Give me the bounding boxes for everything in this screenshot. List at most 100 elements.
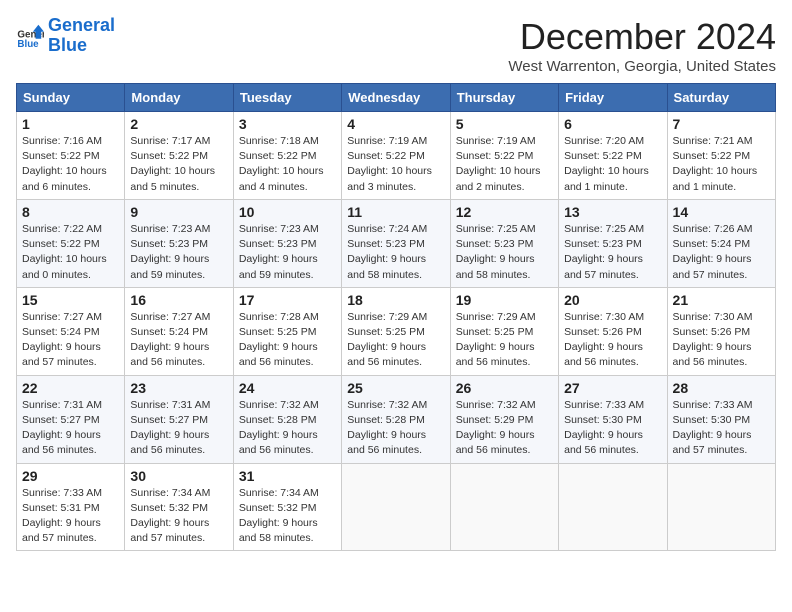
day-number: 24 — [239, 380, 336, 396]
calendar-week-5: 29 Sunrise: 7:33 AMSunset: 5:31 PMDayligh… — [17, 463, 776, 551]
day-info: Sunrise: 7:24 AMSunset: 5:23 PMDaylight:… — [347, 222, 444, 283]
day-info: Sunrise: 7:30 AMSunset: 5:26 PMDaylight:… — [564, 310, 661, 371]
logo-icon: General Blue — [16, 22, 44, 50]
calendar-cell: 15 Sunrise: 7:27 AMSunset: 5:24 PMDayligh… — [17, 287, 125, 375]
svg-text:Blue: Blue — [17, 39, 39, 50]
day-info: Sunrise: 7:34 AMSunset: 5:32 PMDaylight:… — [130, 486, 227, 547]
day-number: 6 — [564, 116, 661, 132]
day-info: Sunrise: 7:20 AMSunset: 5:22 PMDaylight:… — [564, 134, 661, 195]
day-number: 18 — [347, 292, 444, 308]
day-number: 23 — [130, 380, 227, 396]
day-info: Sunrise: 7:33 AMSunset: 5:31 PMDaylight:… — [22, 486, 119, 547]
day-number: 21 — [673, 292, 770, 308]
day-number: 9 — [130, 204, 227, 220]
day-info: Sunrise: 7:32 AMSunset: 5:29 PMDaylight:… — [456, 398, 553, 459]
calendar-cell: 24 Sunrise: 7:32 AMSunset: 5:28 PMDayligh… — [233, 375, 341, 463]
day-number: 5 — [456, 116, 553, 132]
day-info: Sunrise: 7:19 AMSunset: 5:22 PMDaylight:… — [456, 134, 553, 195]
calendar-cell: 11Sunrise: 7:24 AMSunset: 5:23 PMDayligh… — [342, 199, 450, 287]
calendar-cell: 12Sunrise: 7:25 AMSunset: 5:23 PMDayligh… — [450, 199, 558, 287]
day-number: 2 — [130, 116, 227, 132]
day-info: Sunrise: 7:18 AMSunset: 5:22 PMDaylight:… — [239, 134, 336, 195]
calendar-cell: 29 Sunrise: 7:33 AMSunset: 5:31 PMDayligh… — [17, 463, 125, 551]
day-number: 7 — [673, 116, 770, 132]
day-info: Sunrise: 7:27 AMSunset: 5:24 PMDaylight:… — [22, 310, 119, 371]
calendar-week-2: 8 Sunrise: 7:22 AMSunset: 5:22 PMDaylight… — [17, 199, 776, 287]
day-info: Sunrise: 7:34 AMSunset: 5:32 PMDaylight:… — [239, 486, 336, 547]
day-info: Sunrise: 7:31 AMSunset: 5:27 PMDaylight:… — [130, 398, 227, 459]
calendar-cell: 1 Sunrise: 7:16 AMSunset: 5:22 PMDaylight… — [17, 112, 125, 200]
day-number: 20 — [564, 292, 661, 308]
calendar-cell: 5 Sunrise: 7:19 AMSunset: 5:22 PMDaylight… — [450, 112, 558, 200]
day-info: Sunrise: 7:22 AMSunset: 5:22 PMDaylight:… — [22, 222, 119, 283]
calendar-week-4: 22 Sunrise: 7:31 AMSunset: 5:27 PMDayligh… — [17, 375, 776, 463]
logo: General Blue General Blue — [16, 16, 115, 56]
day-info: Sunrise: 7:25 AMSunset: 5:23 PMDaylight:… — [456, 222, 553, 283]
day-info: Sunrise: 7:30 AMSunset: 5:26 PMDaylight:… — [673, 310, 770, 371]
header-thursday: Thursday — [450, 84, 558, 112]
logo-text-general: General — [48, 16, 115, 36]
header-sunday: Sunday — [17, 84, 125, 112]
day-info: Sunrise: 7:21 AMSunset: 5:22 PMDaylight:… — [673, 134, 770, 195]
header-saturday: Saturday — [667, 84, 775, 112]
calendar-cell: 13Sunrise: 7:25 AMSunset: 5:23 PMDayligh… — [559, 199, 667, 287]
title-block: December 2024 West Warrenton, Georgia, U… — [508, 16, 776, 75]
day-info: Sunrise: 7:27 AMSunset: 5:24 PMDaylight:… — [130, 310, 227, 371]
day-info: Sunrise: 7:31 AMSunset: 5:27 PMDaylight:… — [22, 398, 119, 459]
calendar-week-3: 15 Sunrise: 7:27 AMSunset: 5:24 PMDayligh… — [17, 287, 776, 375]
calendar-cell: 18 Sunrise: 7:29 AMSunset: 5:25 PMDayligh… — [342, 287, 450, 375]
calendar-cell: 6 Sunrise: 7:20 AMSunset: 5:22 PMDaylight… — [559, 112, 667, 200]
calendar-table: SundayMondayTuesdayWednesdayThursdayFrid… — [16, 83, 776, 551]
header-tuesday: Tuesday — [233, 84, 341, 112]
calendar-cell — [342, 463, 450, 551]
calendar-cell: 9 Sunrise: 7:23 AMSunset: 5:23 PMDaylight… — [125, 199, 233, 287]
calendar-cell — [559, 463, 667, 551]
calendar-cell: 8 Sunrise: 7:22 AMSunset: 5:22 PMDaylight… — [17, 199, 125, 287]
calendar-cell — [450, 463, 558, 551]
calendar-cell: 7 Sunrise: 7:21 AMSunset: 5:22 PMDaylight… — [667, 112, 775, 200]
day-info: Sunrise: 7:17 AMSunset: 5:22 PMDaylight:… — [130, 134, 227, 195]
day-number: 4 — [347, 116, 444, 132]
header-monday: Monday — [125, 84, 233, 112]
calendar-cell: 25Sunrise: 7:32 AMSunset: 5:28 PMDayligh… — [342, 375, 450, 463]
calendar-cell: 4 Sunrise: 7:19 AMSunset: 5:22 PMDaylight… — [342, 112, 450, 200]
calendar-cell — [667, 463, 775, 551]
day-number: 3 — [239, 116, 336, 132]
day-number: 1 — [22, 116, 119, 132]
calendar-cell: 22 Sunrise: 7:31 AMSunset: 5:27 PMDayligh… — [17, 375, 125, 463]
calendar-cell: 16 Sunrise: 7:27 AMSunset: 5:24 PMDayligh… — [125, 287, 233, 375]
day-info: Sunrise: 7:33 AMSunset: 5:30 PMDaylight:… — [673, 398, 770, 459]
calendar-cell: 20 Sunrise: 7:30 AMSunset: 5:26 PMDayligh… — [559, 287, 667, 375]
calendar-cell: 14Sunrise: 7:26 AMSunset: 5:24 PMDayligh… — [667, 199, 775, 287]
month-title: December 2024 — [508, 16, 776, 58]
calendar-cell: 28 Sunrise: 7:33 AMSunset: 5:30 PMDayligh… — [667, 375, 775, 463]
calendar-cell: 21 Sunrise: 7:30 AMSunset: 5:26 PMDayligh… — [667, 287, 775, 375]
day-number: 28 — [673, 380, 770, 396]
day-info: Sunrise: 7:23 AMSunset: 5:23 PMDaylight:… — [239, 222, 336, 283]
logo-text-blue: Blue — [48, 36, 115, 56]
day-number: 19 — [456, 292, 553, 308]
calendar-week-1: 1 Sunrise: 7:16 AMSunset: 5:22 PMDaylight… — [17, 112, 776, 200]
day-number: 8 — [22, 204, 119, 220]
calendar-cell: 17Sunrise: 7:28 AMSunset: 5:25 PMDayligh… — [233, 287, 341, 375]
day-info: Sunrise: 7:32 AMSunset: 5:28 PMDaylight:… — [239, 398, 336, 459]
day-number: 29 — [22, 468, 119, 484]
day-info: Sunrise: 7:33 AMSunset: 5:30 PMDaylight:… — [564, 398, 661, 459]
day-number: 30 — [130, 468, 227, 484]
day-number: 13 — [564, 204, 661, 220]
day-info: Sunrise: 7:26 AMSunset: 5:24 PMDaylight:… — [673, 222, 770, 283]
day-info: Sunrise: 7:28 AMSunset: 5:25 PMDaylight:… — [239, 310, 336, 371]
calendar-cell: 10Sunrise: 7:23 AMSunset: 5:23 PMDayligh… — [233, 199, 341, 287]
calendar-cell: 2 Sunrise: 7:17 AMSunset: 5:22 PMDaylight… — [125, 112, 233, 200]
day-number: 15 — [22, 292, 119, 308]
day-number: 22 — [22, 380, 119, 396]
day-info: Sunrise: 7:19 AMSunset: 5:22 PMDaylight:… — [347, 134, 444, 195]
day-info: Sunrise: 7:16 AMSunset: 5:22 PMDaylight:… — [22, 134, 119, 195]
header-friday: Friday — [559, 84, 667, 112]
day-number: 26 — [456, 380, 553, 396]
day-info: Sunrise: 7:23 AMSunset: 5:23 PMDaylight:… — [130, 222, 227, 283]
day-info: Sunrise: 7:29 AMSunset: 5:25 PMDaylight:… — [347, 310, 444, 371]
calendar-header-row: SundayMondayTuesdayWednesdayThursdayFrid… — [17, 84, 776, 112]
day-number: 16 — [130, 292, 227, 308]
day-number: 27 — [564, 380, 661, 396]
